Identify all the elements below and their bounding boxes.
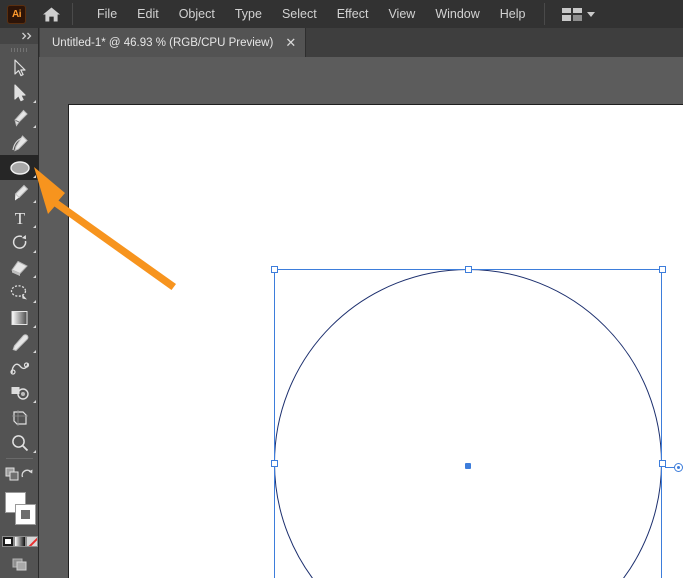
arrange-documents-icon bbox=[561, 7, 582, 21]
menu-item-help[interactable]: Help bbox=[490, 3, 536, 25]
canvas-area[interactable] bbox=[39, 57, 683, 578]
selection-handle-top-right[interactable] bbox=[659, 266, 666, 273]
ellipse-tool[interactable] bbox=[0, 155, 39, 180]
menu-item-file[interactable]: File bbox=[87, 3, 127, 25]
menu-item-type[interactable]: Type bbox=[225, 3, 272, 25]
double-chevron-right-icon[interactable] bbox=[0, 28, 38, 44]
eyedropper-tool[interactable] bbox=[0, 330, 39, 355]
selection-bounding-box bbox=[271, 266, 666, 578]
illustrator-window: Ai File Edit Object Type Select Effect V… bbox=[0, 0, 683, 578]
menu-item-list: File Edit Object Type Select Effect View… bbox=[87, 3, 536, 25]
document-tab[interactable]: Untitled-1* @ 46.93 % (RGB/CPU Preview) … bbox=[40, 28, 307, 57]
tool-flyout-indicator bbox=[33, 400, 36, 403]
menu-divider-2 bbox=[543, 3, 545, 25]
rotate-tool[interactable] bbox=[0, 230, 39, 255]
selection-handle-top-left[interactable] bbox=[271, 266, 278, 273]
document-tab-bar: Untitled-1* @ 46.93 % (RGB/CPU Preview) … bbox=[0, 28, 683, 57]
type-tool[interactable]: T bbox=[0, 205, 39, 230]
document-tab-title: Untitled-1* @ 46.93 % (RGB/CPU Preview) bbox=[52, 36, 274, 49]
close-icon[interactable]: ✕ bbox=[285, 36, 296, 49]
menu-item-object[interactable]: Object bbox=[169, 3, 225, 25]
menu-item-select[interactable]: Select bbox=[272, 3, 327, 25]
zoom-tool[interactable] bbox=[0, 430, 39, 455]
anchor-width-widget[interactable] bbox=[665, 463, 683, 472]
tool-flyout-indicator bbox=[33, 225, 36, 228]
menu-item-effect[interactable]: Effect bbox=[327, 3, 379, 25]
color-mode-buttons bbox=[0, 534, 39, 548]
gradient-mode-button[interactable] bbox=[13, 535, 26, 547]
symbol-sprayer-tool[interactable] bbox=[0, 380, 39, 405]
draw-normal-icon[interactable] bbox=[0, 552, 39, 577]
tool-flyout-indicator bbox=[33, 325, 36, 328]
menu-item-window[interactable]: Window bbox=[425, 3, 489, 25]
tool-flyout-indicator bbox=[33, 300, 36, 303]
widget-connector-line bbox=[665, 467, 674, 468]
app-logo-icon: Ai bbox=[7, 4, 26, 24]
color-mode-button[interactable] bbox=[1, 535, 14, 547]
selection-handle-top-center[interactable] bbox=[465, 266, 472, 273]
tools-panel: T bbox=[0, 28, 39, 578]
home-icon[interactable] bbox=[38, 1, 64, 27]
direct-selection-tool[interactable] bbox=[0, 80, 39, 105]
selection-tool[interactable] bbox=[0, 55, 39, 80]
selection-handle-middle-left[interactable] bbox=[271, 460, 278, 467]
menu-item-view[interactable]: View bbox=[378, 3, 425, 25]
shape-builder-icon[interactable] bbox=[5, 467, 20, 482]
paintbrush-tool[interactable] bbox=[0, 180, 39, 205]
artboard-tool[interactable] bbox=[0, 405, 39, 430]
shaper-tool[interactable] bbox=[0, 280, 39, 305]
panel-drag-grip[interactable] bbox=[0, 44, 38, 55]
eraser-tool[interactable] bbox=[0, 255, 39, 280]
svg-text:T: T bbox=[14, 209, 25, 226]
shape-builder-row bbox=[0, 462, 39, 487]
fill-stroke-swatches bbox=[0, 490, 39, 532]
curvature-tool[interactable] bbox=[0, 130, 39, 155]
tool-flyout-indicator bbox=[33, 200, 36, 203]
arrange-documents-button[interactable] bbox=[557, 5, 600, 24]
menu-divider bbox=[72, 3, 73, 25]
stroke-color-swatch[interactable] bbox=[15, 504, 36, 525]
blend-tool[interactable] bbox=[0, 355, 39, 380]
swap-fill-stroke-icon[interactable] bbox=[21, 468, 34, 481]
tool-flyout-indicator bbox=[33, 275, 36, 278]
gradient-tool[interactable] bbox=[0, 305, 39, 330]
tool-flyout-indicator bbox=[33, 350, 36, 353]
tool-flyout-indicator bbox=[33, 125, 36, 128]
menu-item-edit[interactable]: Edit bbox=[127, 3, 169, 25]
tool-flyout-indicator bbox=[33, 100, 36, 103]
tool-flyout-indicator bbox=[33, 450, 36, 453]
tool-flyout-indicator bbox=[33, 175, 36, 178]
widget-handle-dot[interactable] bbox=[674, 463, 683, 472]
chevron-down-icon bbox=[586, 11, 595, 17]
shape-center-point bbox=[465, 463, 471, 469]
artboard[interactable] bbox=[68, 104, 683, 578]
tool-flyout-indicator bbox=[33, 250, 36, 253]
toolbar-divider bbox=[5, 458, 33, 459]
menu-bar: Ai File Edit Object Type Select Effect V… bbox=[0, 0, 683, 28]
pen-tool[interactable] bbox=[0, 105, 39, 130]
none-mode-button[interactable] bbox=[25, 535, 38, 547]
